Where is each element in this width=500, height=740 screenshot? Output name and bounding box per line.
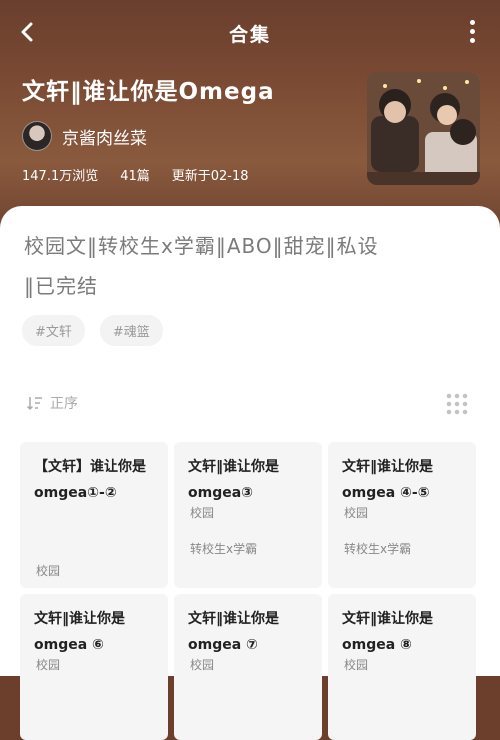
author-row[interactable]: 京酱肉丝菜 (22, 121, 147, 151)
collection-description: 校园文‖转校生x学霸‖ABO‖甜宠‖私设 ‖已完结 (24, 226, 484, 306)
chapter-tag: 校园 (190, 506, 215, 520)
collection-stats: 147.1万浏览 41篇 更新于02-18 (22, 165, 271, 184)
tag-chip[interactable]: #文轩 (22, 315, 85, 346)
chapter-title: 文轩‖谁让你是omgea ⑧ (342, 611, 433, 653)
chapter-card[interactable]: 文轩‖谁让你是omgea③ 校园 转校生x学霸 (174, 442, 322, 588)
post-count: 41篇 (120, 169, 150, 184)
description-line: 校园文‖转校生x学霸‖ABO‖甜宠‖私设 (24, 234, 379, 258)
page-title: 合集 (228, 24, 271, 46)
chapter-card[interactable]: 文轩‖谁让你是omgea ⑧ 校园 (328, 594, 476, 740)
description-line: ‖已完结 (24, 274, 98, 298)
update-date: 更新于02-18 (171, 169, 249, 184)
collection-cover-image[interactable] (367, 72, 480, 185)
sort-icon (26, 397, 42, 411)
chapter-card[interactable]: 文轩‖谁让你是omgea ④-⑤ 校园 转校生x学霸 (328, 442, 476, 588)
author-name[interactable]: 京酱肉丝菜 (62, 124, 147, 149)
cover-illustration (367, 72, 480, 185)
chapter-tag: 转校生x学霸 (190, 542, 258, 556)
chapter-card[interactable]: 文轩‖谁让你是omgea ⑥ 校园 (20, 594, 168, 740)
view-count: 147.1万浏览 (22, 169, 99, 184)
chapter-tag: 转校生x学霸 (344, 542, 412, 556)
chapter-title: 【文轩】谁让你是omgea①-② (34, 459, 146, 501)
chapter-card[interactable]: 文轩‖谁让你是omgea ⑦ 校园 (174, 594, 322, 740)
grid-view-icon[interactable] (446, 393, 468, 415)
tag-chip[interactable]: #魂篮 (99, 315, 163, 346)
chapter-title: 文轩‖谁让你是omgea ⑦ (188, 611, 279, 653)
author-avatar[interactable] (22, 121, 52, 151)
top-bar: 合集 (0, 0, 500, 66)
more-vertical-icon[interactable] (468, 20, 476, 46)
tag-list: #文轩 #魂篮 (22, 315, 178, 346)
chapter-title: 文轩‖谁让你是omgea③ (188, 459, 279, 501)
sort-button[interactable]: 正序 (26, 393, 78, 413)
chapter-title: 文轩‖谁让你是omgea ⑥ (34, 611, 125, 653)
chapter-card[interactable]: 【文轩】谁让你是omgea①-② 校园 (20, 442, 168, 588)
chapter-tag: 校园 (36, 564, 61, 578)
chapter-tag: 校园 (344, 506, 369, 520)
chapter-title: 文轩‖谁让你是omgea ④-⑤ (342, 459, 433, 501)
sort-label: 正序 (50, 396, 78, 412)
collection-title: 文轩‖谁让你是Omega (22, 79, 275, 105)
